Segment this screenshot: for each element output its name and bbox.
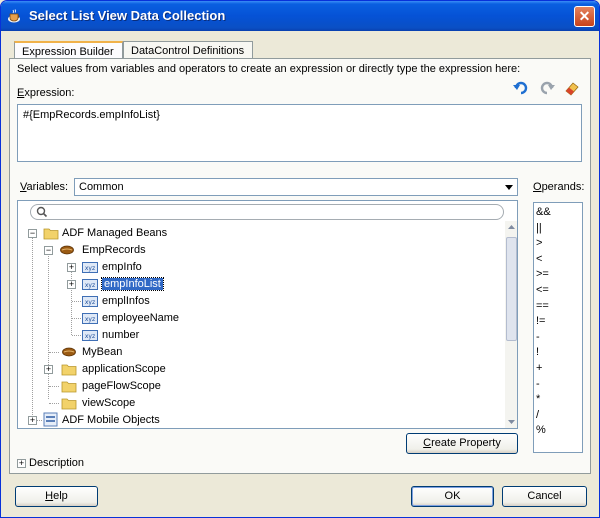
description-expand-toggle[interactable]: +	[17, 459, 26, 468]
operand-item[interactable]: >	[536, 236, 582, 252]
dropdown-arrow-icon[interactable]	[502, 180, 516, 194]
tree-connector	[32, 237, 33, 419]
expand-toggle[interactable]: +	[67, 280, 76, 289]
eraser-icon[interactable]	[563, 79, 581, 97]
svg-text:xyz: xyz	[85, 265, 95, 272]
undo-icon[interactable]	[512, 79, 530, 97]
operand-item[interactable]: <	[536, 252, 582, 268]
help-button[interactable]: Help	[15, 486, 98, 507]
operand-item[interactable]: >=	[536, 267, 582, 283]
bean-icon	[60, 245, 74, 255]
expression-label: Expression:	[17, 87, 75, 99]
tree-vertical-scrollbar[interactable]	[505, 221, 518, 428]
coffee-cup-icon	[8, 9, 20, 23]
expand-toggle[interactable]: +	[67, 263, 76, 272]
bean-icon	[62, 347, 76, 357]
svg-text:xyz: xyz	[85, 333, 95, 340]
operand-item[interactable]: /	[536, 408, 582, 424]
collapse-toggle[interactable]: −	[28, 229, 37, 238]
scroll-thumb[interactable]	[506, 237, 517, 341]
operand-item[interactable]: <=	[536, 283, 582, 299]
property-icon: xyz	[82, 330, 98, 341]
expand-toggle[interactable]: +	[44, 365, 53, 374]
operand-item[interactable]: *	[536, 392, 582, 408]
tab-datacontrol-definitions[interactable]: DataControl Definitions	[123, 41, 253, 59]
operands-list[interactable]: && || > < >= <= == != - ! + - * / %	[533, 202, 583, 453]
operand-item[interactable]: ==	[536, 299, 582, 315]
operands-label: Operands:	[533, 181, 585, 193]
tree-connector	[72, 335, 81, 336]
window-title: Select List View Data Collection	[29, 8, 226, 23]
tree-search-input[interactable]	[30, 204, 504, 220]
folder-icon	[43, 228, 59, 240]
folder-icon	[61, 364, 77, 376]
expand-toggle[interactable]: +	[28, 416, 37, 425]
property-icon: xyz	[82, 279, 98, 290]
tree-connector	[49, 386, 59, 387]
redo-icon[interactable]	[538, 79, 556, 97]
close-button[interactable]: ✕	[574, 6, 595, 27]
variables-selected-value: Common	[79, 181, 124, 193]
variables-label: Variables:	[20, 181, 69, 193]
ok-button[interactable]: OK	[411, 486, 494, 507]
scroll-down-icon[interactable]	[505, 415, 518, 428]
property-icon: xyz	[82, 296, 98, 307]
tree-connector	[49, 352, 59, 353]
expression-input[interactable]: #{EmpRecords.empInfoList}	[17, 104, 582, 162]
description-label[interactable]: Description	[29, 457, 84, 469]
close-icon: ✕	[578, 8, 591, 24]
operand-item[interactable]: !	[536, 345, 582, 361]
tree-connector	[49, 403, 59, 404]
tab-label: DataControl Definitions	[131, 45, 245, 57]
cancel-button[interactable]: Cancel	[502, 486, 587, 507]
tree-connector	[72, 318, 81, 319]
operand-item[interactable]: -	[536, 377, 582, 393]
create-property-button[interactable]: Create Property	[406, 433, 518, 454]
operand-item[interactable]: &&	[536, 205, 582, 221]
dialog-window: Select List View Data Collection ✕ Expre…	[0, 0, 600, 518]
instructions-text: Select values from variables and operato…	[17, 63, 521, 75]
operand-item[interactable]: !=	[536, 314, 582, 330]
title-bar[interactable]: Select List View Data Collection ✕	[1, 1, 599, 31]
operand-item[interactable]: +	[536, 361, 582, 377]
operand-item[interactable]: %	[536, 423, 582, 439]
operand-item[interactable]: ||	[536, 221, 582, 237]
search-icon	[36, 206, 48, 218]
data-objects-icon	[43, 412, 58, 427]
property-icon: xyz	[82, 313, 98, 324]
tree-connector	[72, 301, 81, 302]
property-icon: xyz	[82, 262, 98, 273]
svg-text:xyz: xyz	[85, 316, 95, 323]
collapse-toggle[interactable]: −	[44, 246, 53, 255]
svg-text:xyz: xyz	[85, 282, 95, 289]
folder-icon	[61, 381, 77, 393]
svg-text:xyz: xyz	[85, 299, 95, 306]
folder-icon	[61, 398, 77, 410]
variables-select[interactable]: Common	[74, 178, 518, 196]
expression-value: #{EmpRecords.empInfoList}	[23, 109, 160, 121]
operand-item[interactable]: -	[536, 330, 582, 346]
scroll-up-icon[interactable]	[505, 221, 518, 234]
variables-tree[interactable]: − ADF Managed Beans − EmpRecords + xyz e…	[17, 200, 518, 429]
tree-connector	[48, 253, 49, 399]
tab-label: Expression Builder	[22, 46, 114, 58]
